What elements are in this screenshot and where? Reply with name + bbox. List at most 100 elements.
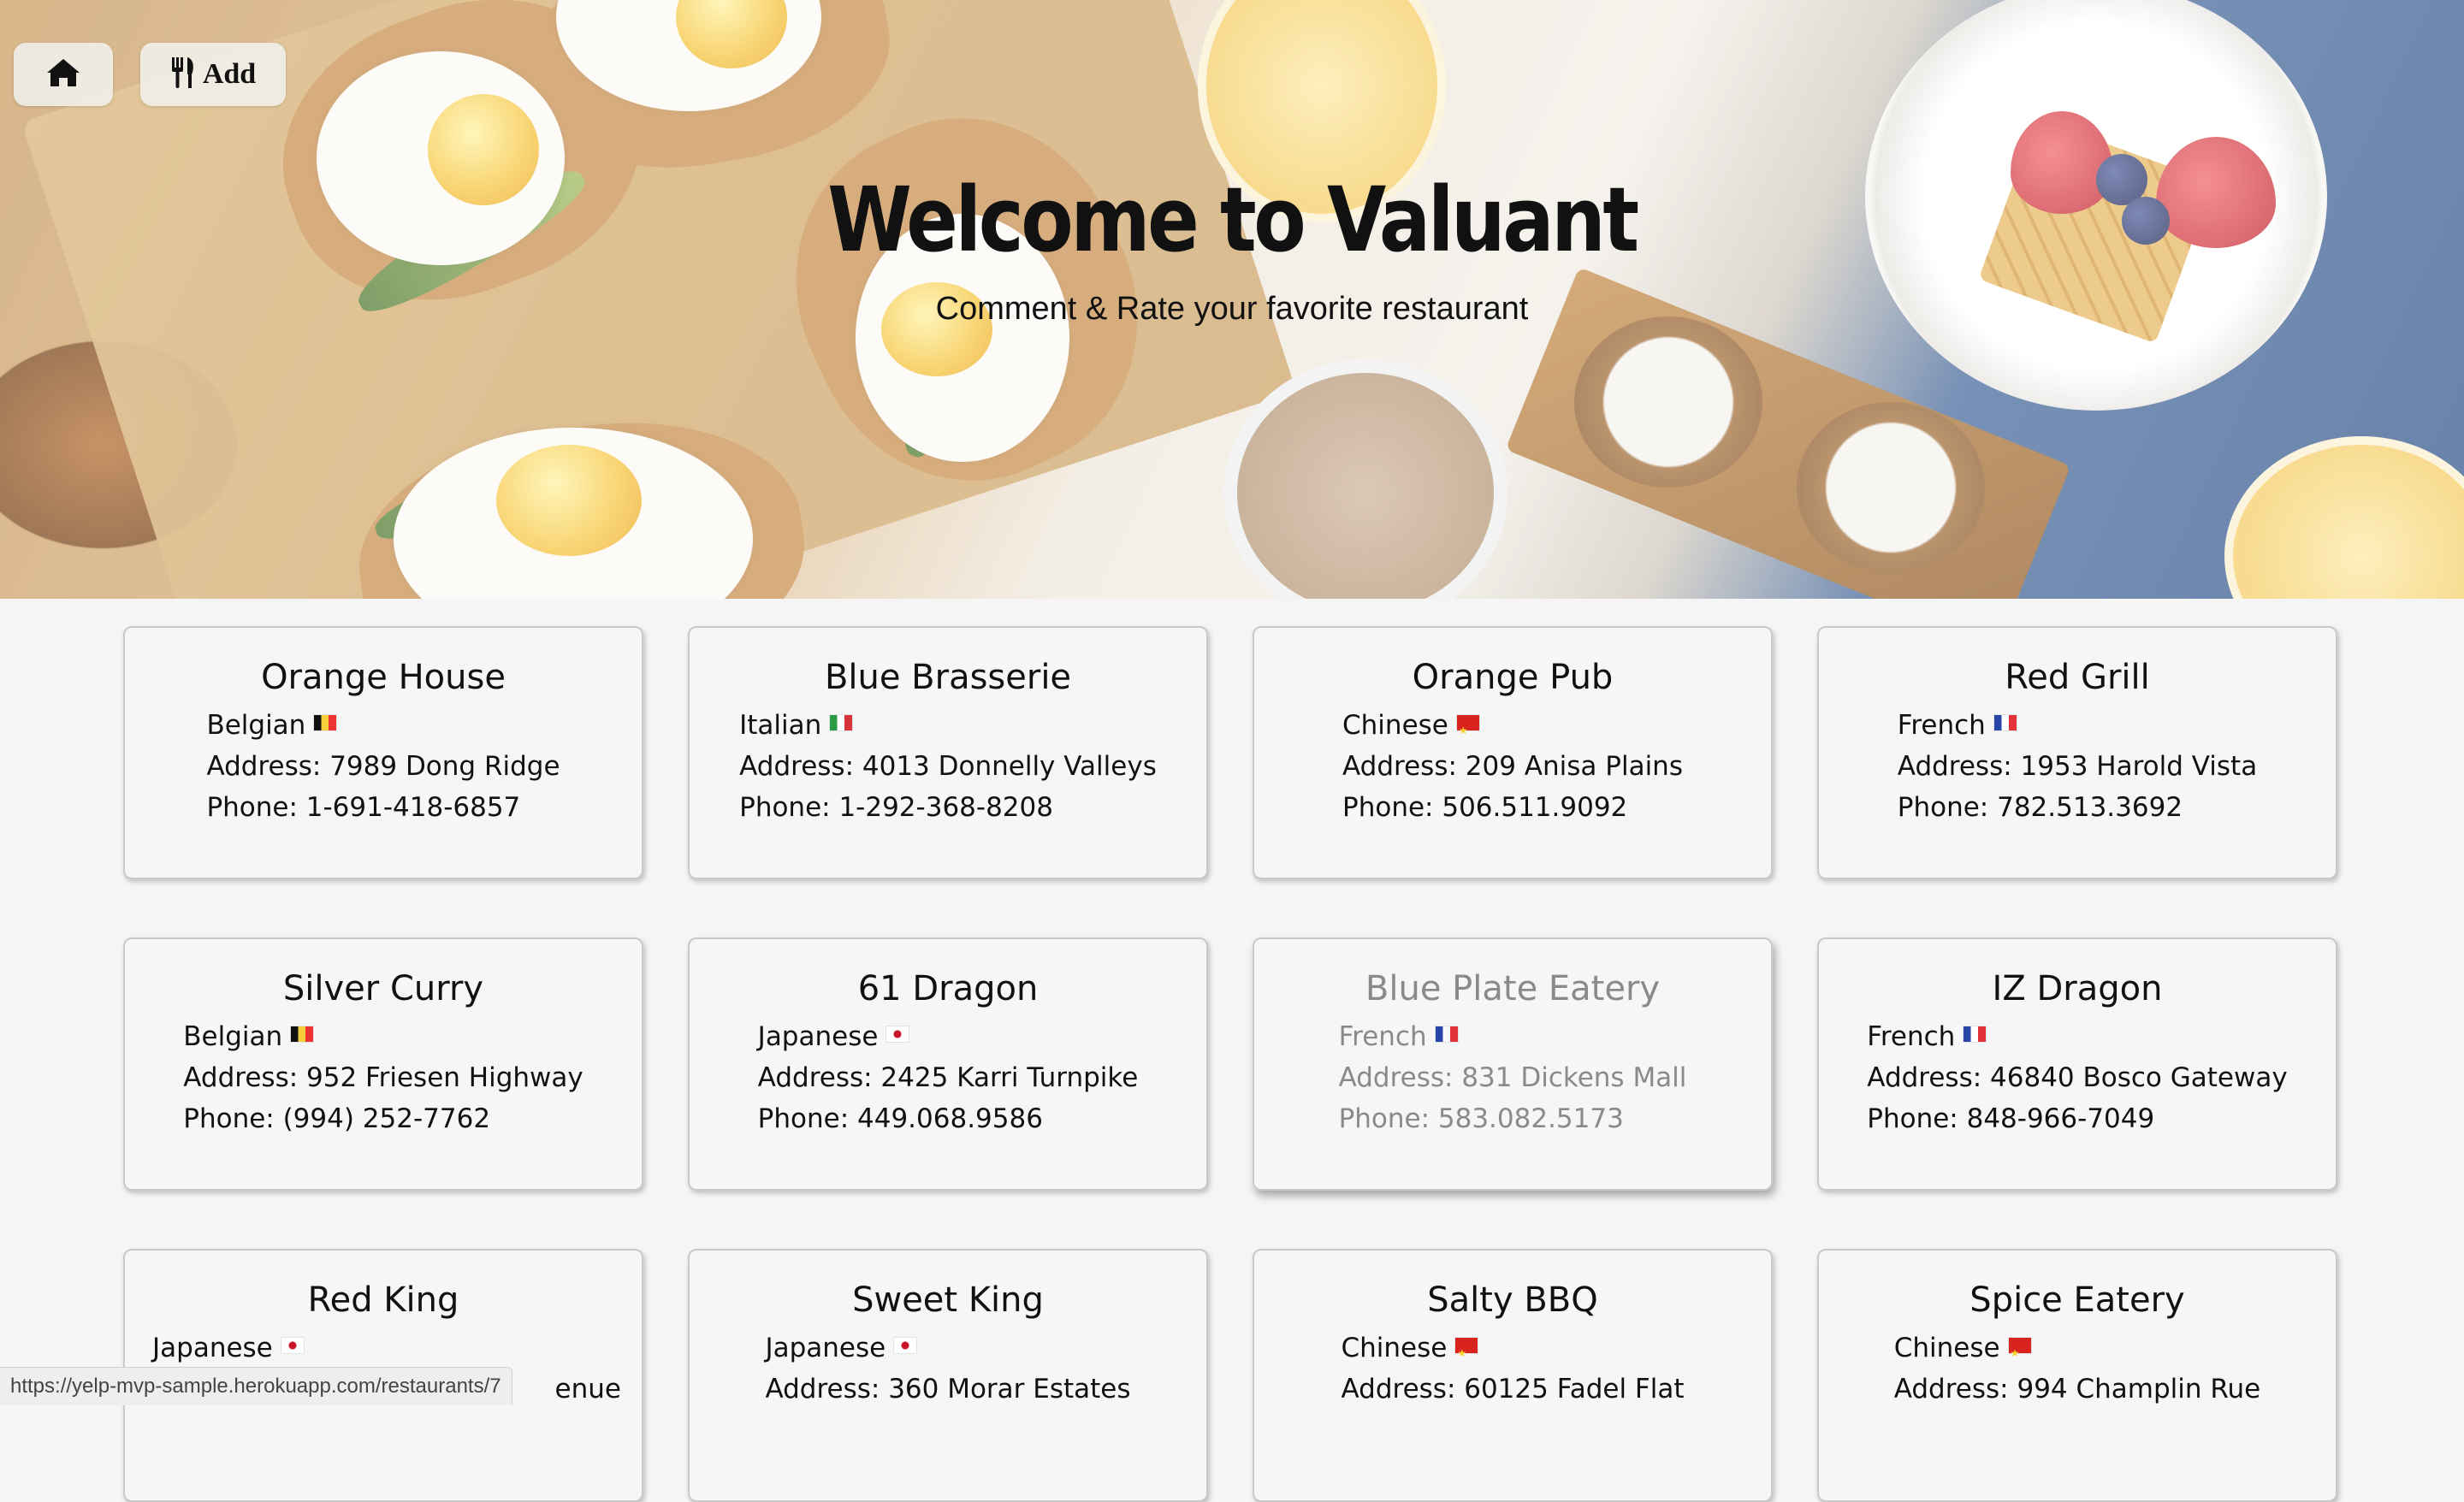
- restaurant-phone: Phone: 1-292-368-8208: [739, 792, 1053, 823]
- restaurant-card[interactable]: Blue Plate Eatery French Address: 831 Dick…: [1253, 937, 1773, 1191]
- restaurant-card-body: Silver Curry Belgian Address: 952 Friesen …: [125, 967, 642, 1134]
- restaurant-cuisine: Japanese: [757, 1021, 879, 1052]
- restaurant-address: Address: 360 Morar Estates: [765, 1374, 1131, 1404]
- restaurant-card-body: Red Grill French Address: 1953 Harold Vist…: [1819, 655, 2336, 823]
- restaurant-card[interactable]: Spice Eatery Chinese Address: 994 Champlin…: [1817, 1249, 2337, 1502]
- restaurant-name: Blue Brasserie: [824, 658, 1072, 697]
- country-flag-icon: [1964, 1026, 1987, 1042]
- restaurant-address: Address: 952 Friesen Highway: [183, 1062, 583, 1093]
- country-flag-icon: [1455, 1333, 1478, 1374]
- restaurant-address: Address: 60125 Fadel Flat: [1341, 1374, 1685, 1404]
- restaurant-phone: Phone: 782.513.3692: [1897, 792, 2183, 823]
- restaurant-phone: Phone: 449.068.9586: [757, 1103, 1043, 1134]
- restaurant-cuisine-line: Italian: [739, 705, 1157, 746]
- restaurant-cuisine: Chinese: [1342, 710, 1448, 741]
- restaurant-card[interactable]: 61 Dragon Japanese Address: 2425 Karri Tur…: [688, 937, 1208, 1191]
- restaurant-cuisine: French: [1867, 1021, 1956, 1052]
- restaurant-card-body: 61 Dragon Japanese Address: 2425 Karri Tur…: [690, 967, 1206, 1134]
- restaurant-card[interactable]: Sweet King Japanese Address: 360 Morar Est…: [688, 1249, 1208, 1502]
- restaurant-card-body: IZ Dragon French Address: 46840 Bosco Gate…: [1819, 967, 2336, 1134]
- restaurant-details: Chinese Address: 209 Anisa Plains Phone: 5…: [1342, 705, 1683, 828]
- restaurant-details: Japanese Address: 360 Morar Estates: [765, 1328, 1130, 1410]
- restaurant-card-body: Red King Japanese enue: [125, 1278, 642, 1404]
- restaurant-cuisine-line: French: [1867, 1016, 2287, 1057]
- restaurant-details: Japanese Address: 2425 Karri Turnpike Phon…: [758, 1016, 1139, 1139]
- country-flag-icon: [1456, 710, 1479, 751]
- restaurant-cuisine-line: French: [1339, 1016, 1687, 1057]
- restaurant-details: Belgian Address: 7989 Dong Ridge Phone: 1-…: [206, 705, 560, 828]
- restaurant-name: Orange Pub: [1412, 658, 1614, 697]
- status-bar-url: https://yelp-mvp-sample.herokuapp.com/re…: [0, 1367, 512, 1405]
- restaurant-card-body: Orange House Belgian Address: 7989 Dong Ri…: [125, 655, 642, 823]
- restaurant-name: Spice Eatery: [1969, 1280, 2185, 1320]
- restaurant-cuisine: Chinese: [1341, 1333, 1448, 1363]
- restaurant-cuisine: Chinese: [1893, 1333, 2000, 1363]
- restaurant-card-body: Blue Brasserie Italian Address: 4013 Donne…: [690, 655, 1206, 823]
- restaurant-cuisine-line: French: [1898, 705, 2257, 746]
- country-flag-icon: [1993, 715, 2017, 730]
- restaurant-details: Italian Address: 4013 Donnelly Valleys Pho…: [739, 705, 1157, 828]
- restaurant-name: Red King: [307, 1280, 459, 1320]
- country-flag-icon: [314, 715, 337, 730]
- restaurant-details: French Address: 831 Dickens Mall Phone: 58…: [1339, 1016, 1687, 1139]
- restaurant-card-body: Salty BBQ Chinese Address: 60125 Fadel Fla…: [1254, 1278, 1771, 1404]
- restaurant-phone: Phone: 506.511.9092: [1342, 792, 1628, 823]
- restaurant-cuisine-line: Chinese: [1341, 1328, 1684, 1374]
- restaurant-cuisine: Japanese: [152, 1333, 273, 1363]
- restaurant-card[interactable]: Red Grill French Address: 1953 Harold Vist…: [1817, 626, 2337, 879]
- restaurant-card[interactable]: Salty BBQ Chinese Address: 60125 Fadel Fla…: [1253, 1249, 1773, 1502]
- restaurant-cuisine: French: [1338, 1021, 1427, 1052]
- country-flag-icon: [2008, 1333, 2031, 1374]
- restaurant-cuisine-line: Chinese: [1342, 705, 1683, 751]
- restaurant-cuisine-line: Belgian: [183, 1016, 583, 1057]
- restaurant-name: Blue Plate Eatery: [1365, 969, 1661, 1008]
- restaurant-name: Orange House: [261, 658, 506, 697]
- restaurant-card[interactable]: Blue Brasserie Italian Address: 4013 Donne…: [688, 626, 1208, 879]
- restaurant-address: Address: 4013 Donnelly Valleys: [739, 751, 1157, 782]
- restaurant-address: Address: 1953 Harold Vista: [1897, 751, 2258, 782]
- restaurant-cuisine: Belgian: [206, 710, 306, 741]
- restaurant-card-body: Orange Pub Chinese Address: 209 Anisa Plai…: [1254, 655, 1771, 823]
- country-flag-icon: [830, 715, 853, 730]
- restaurant-phone: Phone: 848-966-7049: [1867, 1103, 2155, 1134]
- restaurant-cuisine-line: Japanese: [758, 1016, 1139, 1057]
- restaurant-cuisine-line: Japanese: [152, 1328, 614, 1369]
- restaurant-card[interactable]: Silver Curry Belgian Address: 952 Friesen …: [123, 937, 643, 1191]
- restaurant-address: Address: 46840 Bosco Gateway: [1867, 1062, 2288, 1093]
- country-flag-icon: [894, 1338, 917, 1353]
- restaurant-cuisine-line: Chinese: [1893, 1328, 2261, 1374]
- restaurant-name: IZ Dragon: [1992, 969, 2163, 1008]
- restaurant-cuisine: Japanese: [765, 1333, 886, 1363]
- country-flag-icon: [281, 1338, 304, 1353]
- restaurant-cuisine: Italian: [739, 710, 822, 741]
- country-flag-icon: [291, 1026, 314, 1042]
- restaurant-address: Address: 7989 Dong Ridge: [206, 751, 560, 782]
- restaurant-card-body: Blue Plate Eatery French Address: 831 Dick…: [1254, 967, 1771, 1134]
- restaurant-address: Address: 209 Anisa Plains: [1342, 751, 1683, 782]
- restaurant-details: French Address: 1953 Harold Vista Phone: 7…: [1898, 705, 2257, 828]
- restaurant-card-body: Sweet King Japanese Address: 360 Morar Est…: [690, 1278, 1206, 1404]
- country-flag-icon: [886, 1026, 909, 1042]
- restaurant-cuisine-line: Japanese: [765, 1328, 1130, 1369]
- restaurant-details: Belgian Address: 952 Friesen Highway Phone…: [183, 1016, 583, 1139]
- restaurant-details: Chinese Address: 60125 Fadel Flat: [1341, 1328, 1684, 1410]
- restaurant-cuisine: French: [1897, 710, 1986, 741]
- restaurant-name: Salty BBQ: [1427, 1280, 1598, 1320]
- restaurant-name: Silver Curry: [282, 969, 484, 1008]
- restaurant-name: 61 Dragon: [857, 969, 1039, 1008]
- restaurant-card[interactable]: Orange House Belgian Address: 7989 Dong Ri…: [123, 626, 643, 879]
- restaurant-card[interactable]: Orange Pub Chinese Address: 209 Anisa Plai…: [1253, 626, 1773, 879]
- restaurant-card[interactable]: IZ Dragon French Address: 46840 Bosco Gate…: [1817, 937, 2337, 1191]
- restaurant-address: Address: 2425 Karri Turnpike: [757, 1062, 1139, 1093]
- restaurant-details: Chinese Address: 994 Champlin Rue: [1894, 1328, 2261, 1410]
- restaurant-cuisine-line: Belgian: [206, 705, 560, 746]
- restaurant-phone: Phone: 1-691-418-6857: [206, 792, 521, 823]
- restaurant-card-body: Spice Eatery Chinese Address: 994 Champlin…: [1819, 1278, 2336, 1404]
- restaurant-address: Address: 994 Champlin Rue: [1893, 1374, 2261, 1404]
- restaurant-grid: Orange House Belgian Address: 7989 Dong Ri…: [0, 0, 2464, 1502]
- restaurant-cuisine: Belgian: [183, 1021, 283, 1052]
- restaurant-phone: Phone: (994) 252-7762: [183, 1103, 491, 1134]
- restaurant-address: Address: 831 Dickens Mall: [1338, 1062, 1687, 1093]
- restaurant-phone: Phone: 583.082.5173: [1338, 1103, 1624, 1134]
- country-flag-icon: [1435, 1026, 1458, 1042]
